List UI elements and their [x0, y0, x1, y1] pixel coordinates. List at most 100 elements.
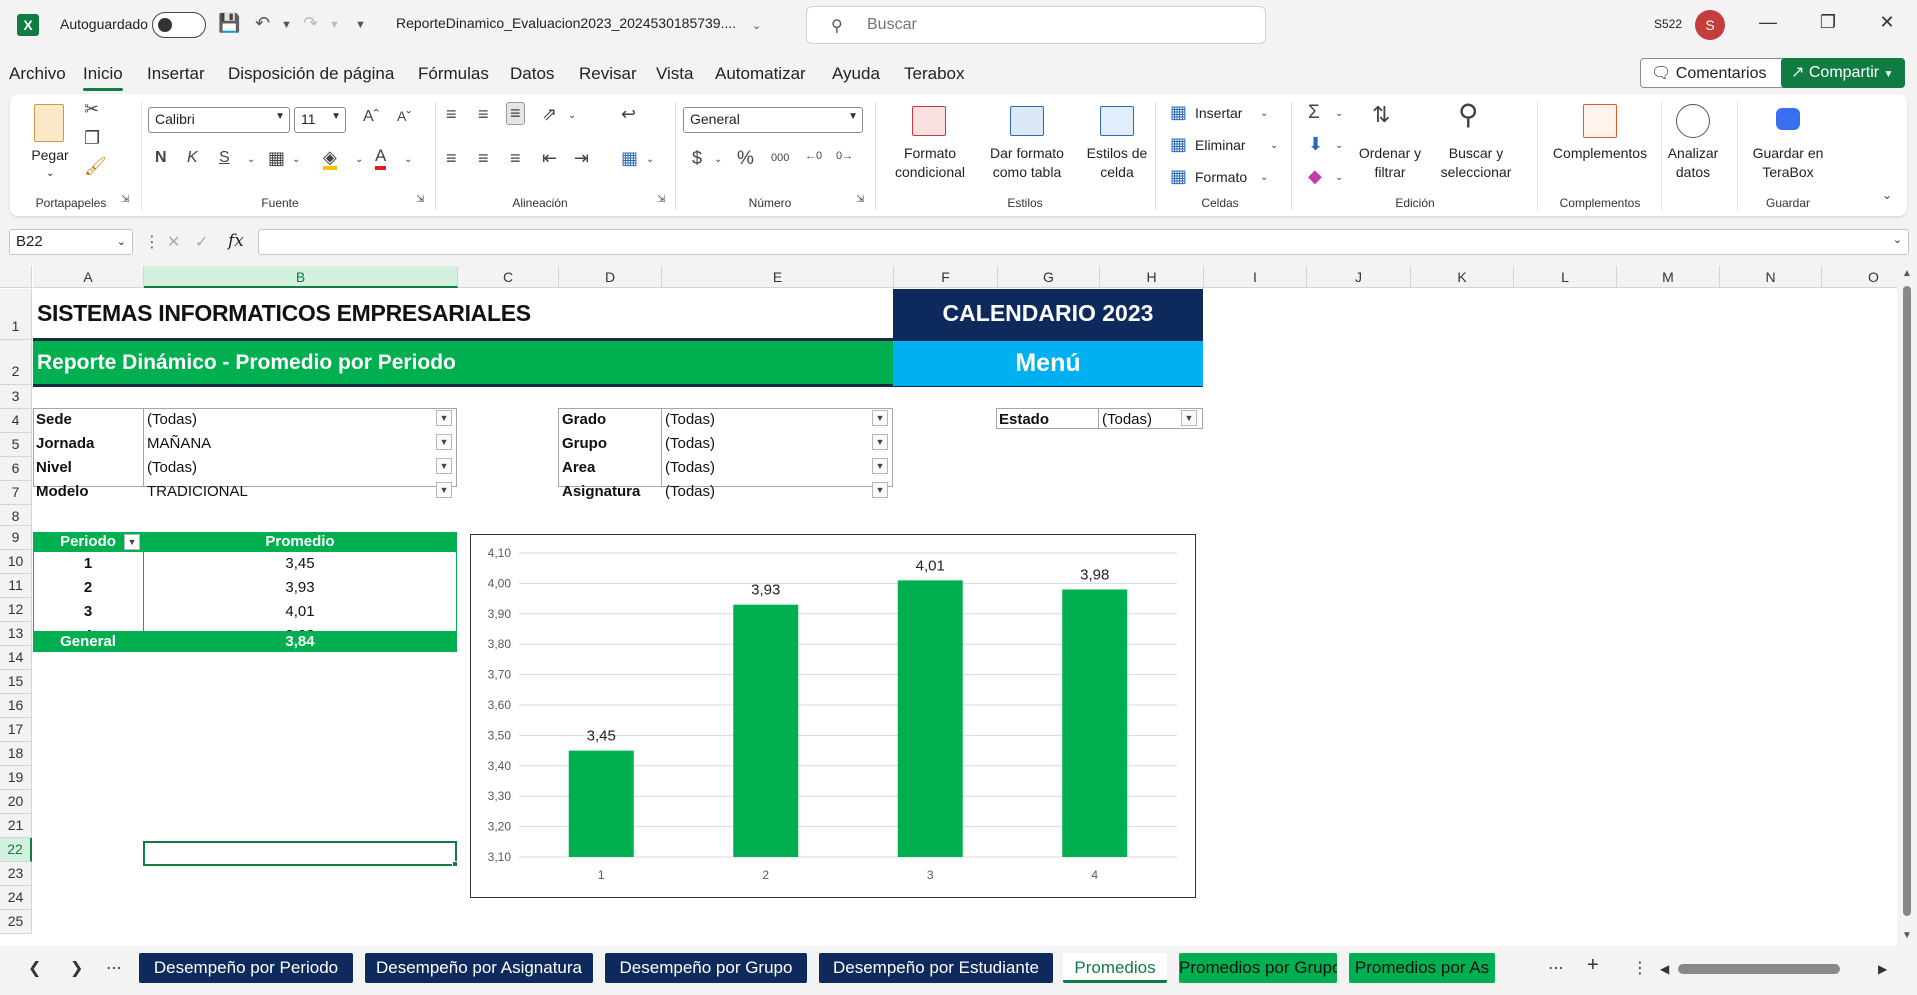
- row-header[interactable]: 7: [0, 481, 32, 505]
- copy-icon[interactable]: ❐: [84, 128, 100, 149]
- row-header[interactable]: 14: [0, 646, 32, 670]
- filter-dropdown-button[interactable]: ▼: [1181, 410, 1197, 426]
- row-header[interactable]: 18: [0, 742, 32, 766]
- tab-formulas[interactable]: Fórmulas: [418, 64, 489, 84]
- align-center-icon[interactable]: ≡: [478, 148, 489, 169]
- addins-label[interactable]: Complementos: [1547, 144, 1653, 163]
- font-size-combo[interactable]: 11 ▼: [294, 107, 346, 133]
- undo-icon[interactable]: ↶: [255, 13, 270, 34]
- decrease-font-icon[interactable]: Aˇ: [397, 108, 411, 124]
- align-middle-icon[interactable]: ≡: [478, 104, 489, 125]
- row-header[interactable]: 10: [0, 550, 32, 574]
- number-launcher-icon[interactable]: ⇲: [856, 194, 864, 205]
- increase-decimal-icon[interactable]: ←0: [805, 150, 822, 162]
- pivot-filter-button[interactable]: ▼: [124, 534, 140, 550]
- restore-icon[interactable]: ❐: [1813, 12, 1843, 33]
- row-header[interactable]: 8: [0, 505, 32, 526]
- align-top-icon[interactable]: ≡: [446, 104, 457, 125]
- fill-icon[interactable]: ⬇: [1308, 134, 1323, 155]
- column-header[interactable]: F: [894, 266, 998, 288]
- row-header[interactable]: 6: [0, 457, 32, 481]
- close-icon[interactable]: ✕: [1872, 12, 1902, 33]
- filter-dropdown-button[interactable]: ▼: [436, 410, 452, 426]
- bar[interactable]: [1062, 589, 1128, 857]
- increase-indent-icon[interactable]: ⇥: [574, 148, 589, 169]
- column-header[interactable]: B: [144, 266, 458, 288]
- align-bottom-icon[interactable]: ≡: [506, 102, 525, 125]
- row-header[interactable]: 5: [0, 433, 32, 457]
- column-header[interactable]: D: [559, 266, 662, 288]
- next-sheet-icon[interactable]: ❯: [70, 958, 83, 978]
- clear-icon[interactable]: ◆: [1308, 166, 1322, 187]
- column-header[interactable]: I: [1204, 266, 1307, 288]
- menu-link-button[interactable]: Menú: [893, 341, 1203, 386]
- scroll-up-icon[interactable]: ▲: [1902, 268, 1912, 279]
- add-sheet-icon[interactable]: +: [1587, 954, 1599, 977]
- row-header[interactable]: 25: [0, 910, 32, 934]
- more-icon[interactable]: ⋮: [144, 232, 160, 252]
- font-color-dropdown-icon[interactable]: ⌄: [404, 154, 412, 165]
- conditional-format-icon[interactable]: [912, 106, 946, 136]
- share-button[interactable]: ↗ Compartir ▼: [1781, 58, 1905, 88]
- insert-cells-label[interactable]: Insertar: [1195, 104, 1242, 123]
- hscroll-left-icon[interactable]: ◀: [1660, 962, 1669, 976]
- tab-datos[interactable]: Datos: [510, 64, 554, 84]
- column-header[interactable]: G: [998, 266, 1100, 288]
- column-header[interactable]: H: [1100, 266, 1204, 288]
- filter-dropdown-button[interactable]: ▼: [436, 458, 452, 474]
- tab-archivo[interactable]: Archivo: [9, 64, 66, 84]
- percent-icon[interactable]: %: [737, 148, 754, 170]
- decrease-indent-icon[interactable]: ⇤: [542, 148, 557, 169]
- avatar[interactable]: S: [1695, 10, 1725, 40]
- save-terabox-label[interactable]: Guardar en TeraBox: [1740, 144, 1836, 182]
- tab-automatizar[interactable]: Automatizar: [715, 64, 806, 84]
- delete-cells-icon[interactable]: ▦: [1170, 134, 1187, 155]
- sheet-tab[interactable]: Desempeño por Asignatura: [365, 953, 593, 983]
- row-header[interactable]: 15: [0, 670, 32, 694]
- format-as-table-label[interactable]: Dar formato como tabla: [980, 144, 1074, 182]
- orientation-dropdown-icon[interactable]: ⌄: [568, 110, 576, 121]
- select-all-corner[interactable]: [0, 266, 32, 288]
- filter-dropdown-button[interactable]: ▼: [872, 458, 888, 474]
- format-cells-label[interactable]: Formato: [1195, 168, 1247, 187]
- scroll-down-icon[interactable]: ▼: [1902, 930, 1912, 941]
- merge-dropdown-icon[interactable]: ⌄: [646, 154, 654, 165]
- tab-disposicion[interactable]: Disposición de página: [228, 64, 394, 84]
- tab-revisar[interactable]: Revisar: [579, 64, 637, 84]
- autosum-icon[interactable]: Σ: [1308, 102, 1320, 124]
- fill-handle[interactable]: [452, 861, 458, 867]
- underline-icon[interactable]: S: [219, 149, 230, 167]
- sheet-tab[interactable]: Promedios por Grupo: [1179, 953, 1337, 983]
- analyze-data-label[interactable]: Analizar datos: [1662, 144, 1724, 182]
- insert-function-icon[interactable]: fx: [228, 231, 244, 251]
- sheet-tab[interactable]: Desempeño por Periodo: [139, 953, 353, 983]
- delete-dropdown-icon[interactable]: ⌄: [1270, 140, 1278, 151]
- underline-dropdown-icon[interactable]: ⌄: [247, 154, 255, 165]
- bold-icon[interactable]: N: [155, 149, 167, 167]
- scroll-thumb[interactable]: [1903, 286, 1911, 916]
- chart[interactable]: 3,10 3,20 3,30 3,40 3,50 3,60 3,70 3,80 3,90 4,00…: [470, 534, 1196, 898]
- thousands-icon[interactable]: 000: [771, 152, 789, 164]
- formula-input[interactable]: ⌄: [258, 229, 1909, 255]
- alignment-launcher-icon[interactable]: ⇲: [657, 194, 665, 205]
- borders-icon[interactable]: ▦: [268, 148, 285, 169]
- horizontal-scroll-thumb[interactable]: [1678, 964, 1840, 974]
- autosave-toggle[interactable]: [152, 12, 206, 38]
- minimize-icon[interactable]: —: [1753, 12, 1783, 33]
- filter-dropdown-button[interactable]: ▼: [872, 482, 888, 498]
- column-header[interactable]: C: [458, 266, 559, 288]
- paste-dropdown-icon[interactable]: ⌄: [46, 164, 54, 183]
- row-header[interactable]: 11: [0, 574, 32, 598]
- row-header[interactable]: 2: [0, 340, 32, 385]
- row-header[interactable]: 24: [0, 886, 32, 910]
- row-header[interactable]: 17: [0, 718, 32, 742]
- customize-qat-icon[interactable]: ▼: [355, 19, 366, 31]
- addins-icon[interactable]: [1583, 104, 1617, 138]
- enter-icon[interactable]: ✓: [195, 232, 208, 252]
- clear-dropdown-icon[interactable]: ⌄: [1335, 172, 1343, 183]
- font-name-combo[interactable]: Calibri ▼: [148, 107, 290, 133]
- number-format-combo[interactable]: General ▼: [683, 107, 863, 133]
- sheet-tab[interactable]: Desempeño por Estudiante: [819, 953, 1053, 983]
- tab-inicio[interactable]: Inicio: [83, 64, 123, 91]
- fill-color-icon[interactable]: ◈: [323, 148, 337, 170]
